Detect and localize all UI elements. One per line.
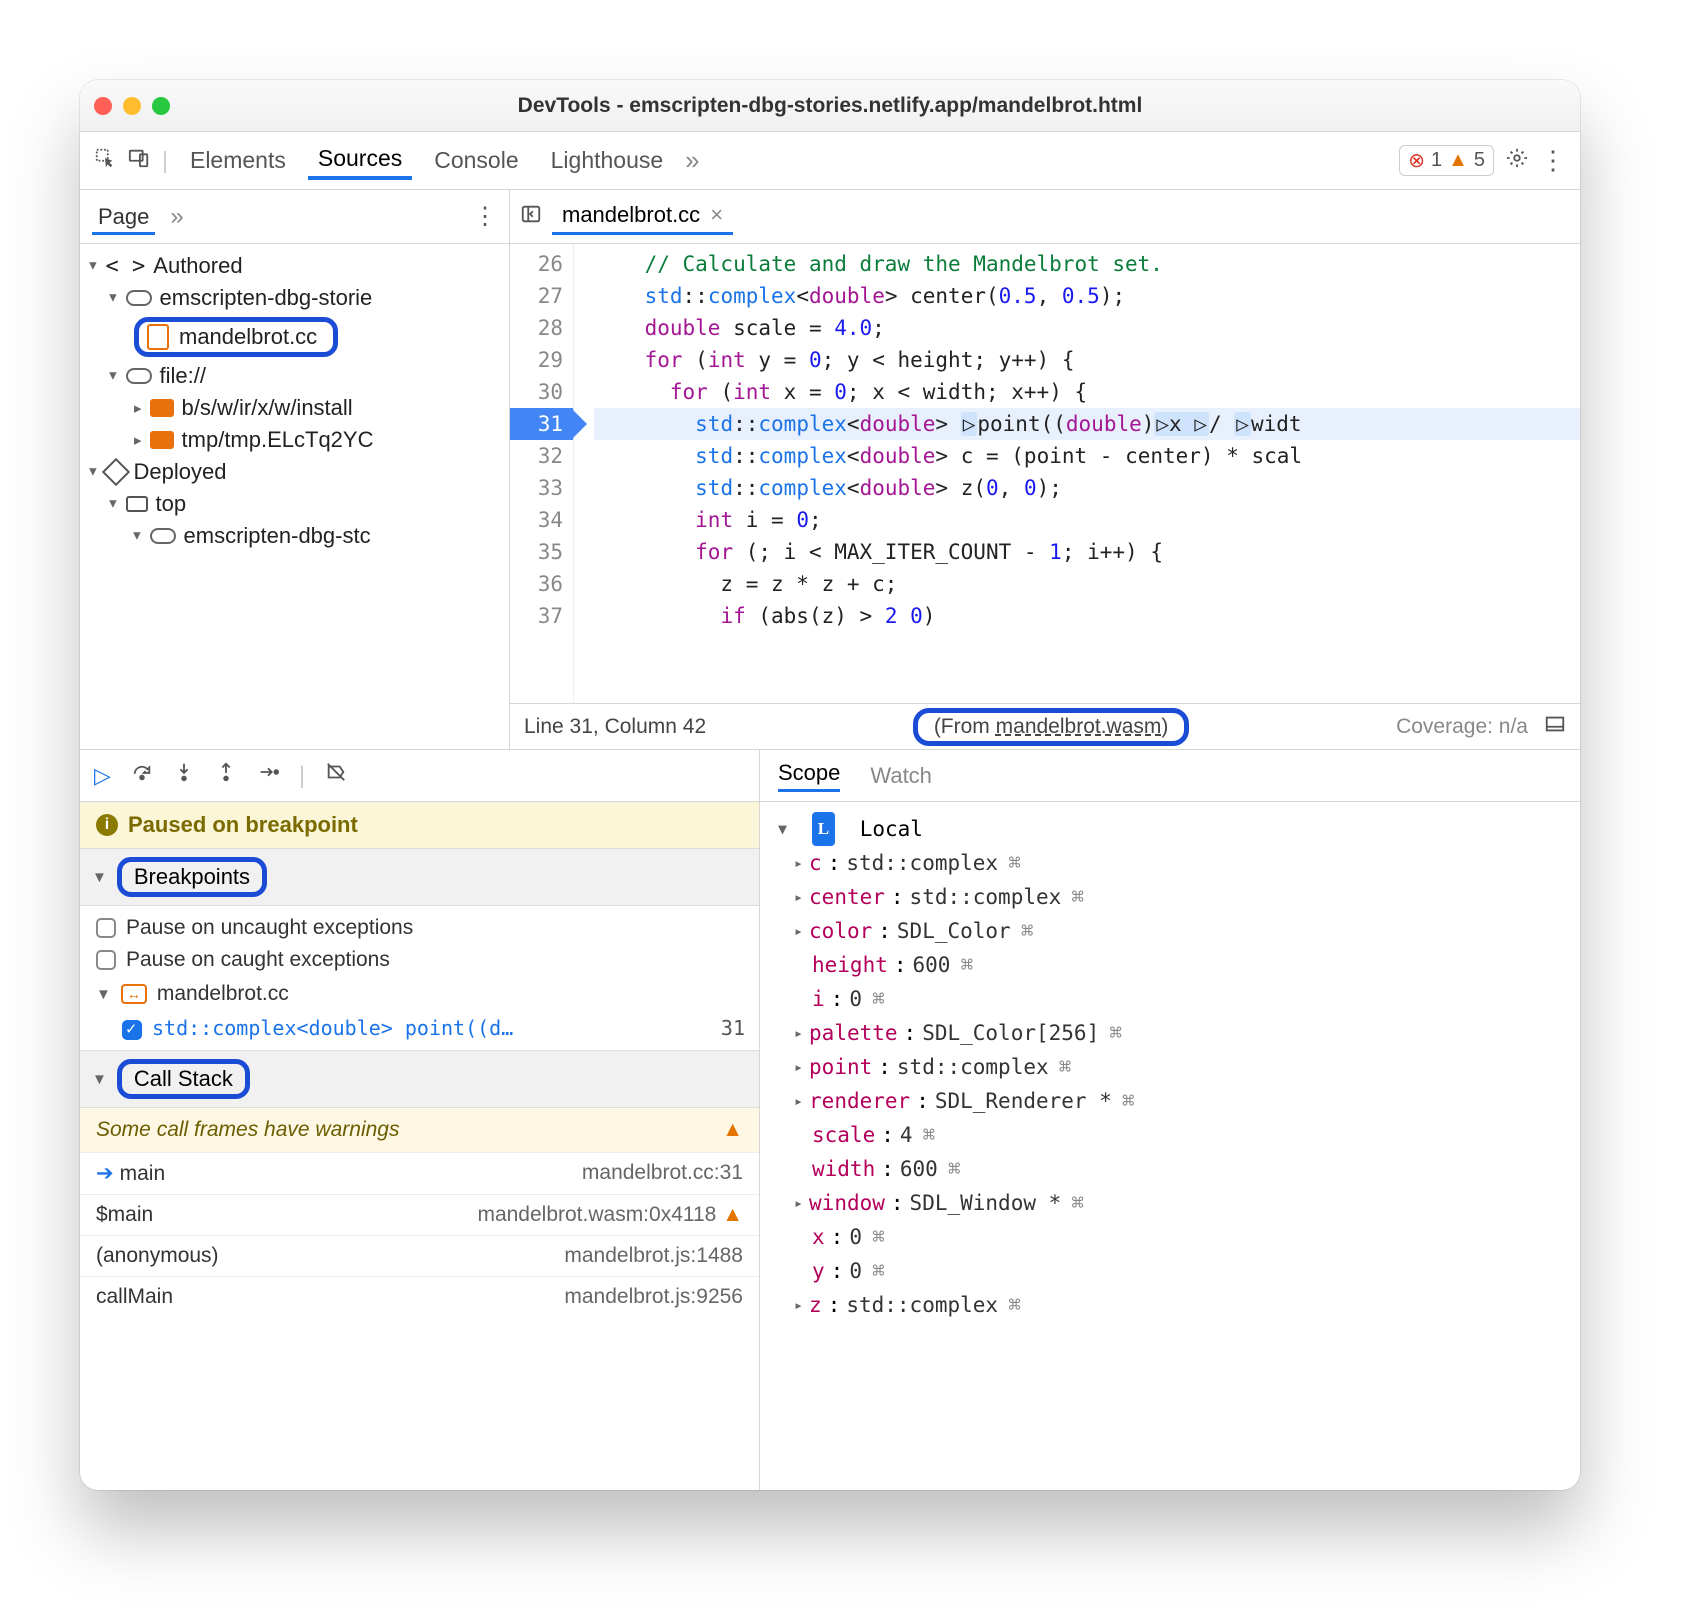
pause-uncaught-checkbox[interactable]: Pause on uncaught exceptions [96,912,749,944]
callstack-frame[interactable]: ➔mainmandelbrot.cc:31 [80,1152,759,1194]
pause-caught-checkbox[interactable]: Pause on caught exceptions [96,944,749,976]
tree-folder[interactable]: ▸b/s/w/ir/x/w/install [80,392,509,424]
cloud-icon [126,290,152,306]
code-content[interactable]: // Calculate and draw the Mandelbrot set… [574,244,1580,703]
scope-var[interactable]: ▸ renderer: SDL_Renderer *⌘ [760,1084,1580,1118]
frame-icon [126,496,148,512]
tree-top[interactable]: ▸top [80,488,509,520]
callstack-frame[interactable]: (anonymous)mandelbrot.js:1488 [80,1235,759,1276]
issues-pill[interactable]: ⊗ 1 ▲ 5 [1399,145,1494,176]
file-icon [147,324,169,350]
folder-icon [150,399,174,417]
titlebar: DevTools - emscripten-dbg-stories.netlif… [80,80,1580,132]
tree-authored[interactable]: ▸< >Authored [80,250,509,282]
cloud-icon [150,528,176,544]
section-callstack[interactable]: ▼Call Stack [80,1050,759,1108]
callstack-frame[interactable]: callMainmandelbrot.js:9256 [80,1276,759,1317]
toggle-navigator-icon[interactable] [520,203,542,230]
window-title: DevTools - emscripten-dbg-stories.netlif… [80,94,1580,118]
scope-local[interactable]: ▼ L Local [760,812,1580,846]
step-icon[interactable] [257,761,279,790]
cursor-position: Line 31, Column 42 [524,715,706,739]
sidebar-tab-page[interactable]: Page [92,201,155,235]
scope-pane: Scope Watch ▼ L Local ▸ c: std::complex⌘… [760,750,1580,1490]
tree-folder[interactable]: ▸tmp/tmp.ELcTq2YC [80,424,509,456]
main-toolbar: | Elements Sources Console Lighthouse » … [80,132,1580,190]
warning-count: 5 [1474,149,1485,172]
inspect-icon[interactable] [94,147,116,175]
scope-var[interactable]: width: 600⌘ [760,1152,1580,1186]
line-gutter[interactable]: 262728293031323334353637 [510,244,574,703]
scope-var[interactable]: ▸ color: SDL_Color⌘ [760,914,1580,948]
warning-icon: ▲ [722,1118,743,1142]
tab-elements[interactable]: Elements [180,143,296,178]
navigator-pane: Page » ⋮ ▸< >Authored ▸emscripten-dbg-st… [80,190,510,749]
scope-var[interactable]: y: 0⌘ [760,1254,1580,1288]
close-tab-icon[interactable]: × [710,202,723,228]
scope-var[interactable]: ▸ center: std::complex⌘ [760,880,1580,914]
scope-var[interactable]: scale: 4⌘ [760,1118,1580,1152]
bp-file[interactable]: ▼↔mandelbrot.cc [96,976,749,1012]
paused-banner: i Paused on breakpoint [80,802,759,848]
chevron-right-icon[interactable]: » [170,203,183,230]
devtools-window: DevTools - emscripten-dbg-stories.netlif… [80,80,1580,1490]
debugger-toolbar: ▷ | [80,750,759,802]
tab-scope[interactable]: Scope [778,760,840,792]
kebab-icon[interactable]: ⋮ [1540,145,1566,176]
scope-var[interactable]: i: 0⌘ [760,982,1580,1016]
tree-origin[interactable]: ▸emscripten-dbg-stc [80,520,509,552]
scope-var[interactable]: ▸ palette: SDL_Color[256]⌘ [760,1016,1580,1050]
callstack-warning: Some call frames have warnings▲ [80,1108,759,1152]
show-console-icon[interactable] [1544,713,1566,741]
tab-lighthouse[interactable]: Lighthouse [541,143,674,178]
step-into-icon[interactable] [173,761,195,790]
editor-statusbar: Line 31, Column 42 (From mandelbrot.wasm… [510,703,1580,749]
scope-var[interactable]: height: 600⌘ [760,948,1580,982]
folder-icon [150,431,174,449]
deactivate-breakpoints-icon[interactable] [325,761,347,790]
source-from-link[interactable]: (From mandelbrot.wasm) [913,708,1190,746]
scope-var[interactable]: ▸ c: std::complex⌘ [760,846,1580,880]
step-over-icon[interactable] [131,761,153,790]
warning-icon: ▲ [1448,149,1468,172]
resume-icon[interactable]: ▷ [94,763,111,789]
debugger-pane: ▷ | i Paused on breakpoint ▼Breakpoints … [80,750,760,1490]
section-breakpoints[interactable]: ▼Breakpoints [80,848,759,906]
bp-item[interactable]: std::complex<double> point((d… 31 [96,1012,749,1044]
editor-pane: mandelbrot.cc × 262728293031323334353637… [510,190,1580,749]
kebab-icon[interactable]: ⋮ [473,202,497,231]
scope-var[interactable]: ▸ z: std::complex⌘ [760,1288,1580,1322]
tree-deployed[interactable]: ▸Deployed [80,456,509,488]
error-count: 1 [1431,149,1442,172]
coverage-label: Coverage: n/a [1396,715,1528,739]
step-out-icon[interactable] [215,761,237,790]
scope-var[interactable]: ▸ window: SDL_Window *⌘ [760,1186,1580,1220]
cube-icon [101,458,129,486]
settings-icon[interactable] [1506,147,1528,175]
more-tabs-icon[interactable]: » [685,145,699,176]
error-icon: ⊗ [1408,148,1425,173]
info-icon: i [96,814,118,836]
scope-var[interactable]: x: 0⌘ [760,1220,1580,1254]
scope-var[interactable]: ▸ point: std::complex⌘ [760,1050,1580,1084]
tab-watch[interactable]: Watch [870,763,932,789]
tree-origin[interactable]: ▸emscripten-dbg-storie [80,282,509,314]
tab-console[interactable]: Console [424,143,528,178]
callstack-frame[interactable]: $mainmandelbrot.wasm:0x4118 ▲ [80,1194,759,1235]
tree-file-scheme[interactable]: ▸file:// [80,360,509,392]
editor-tab[interactable]: mandelbrot.cc × [552,198,733,235]
device-icon[interactable] [128,147,150,175]
tab-sources[interactable]: Sources [308,141,412,180]
tree-file-selected[interactable]: mandelbrot.cc [80,314,509,360]
cloud-icon [126,368,152,384]
